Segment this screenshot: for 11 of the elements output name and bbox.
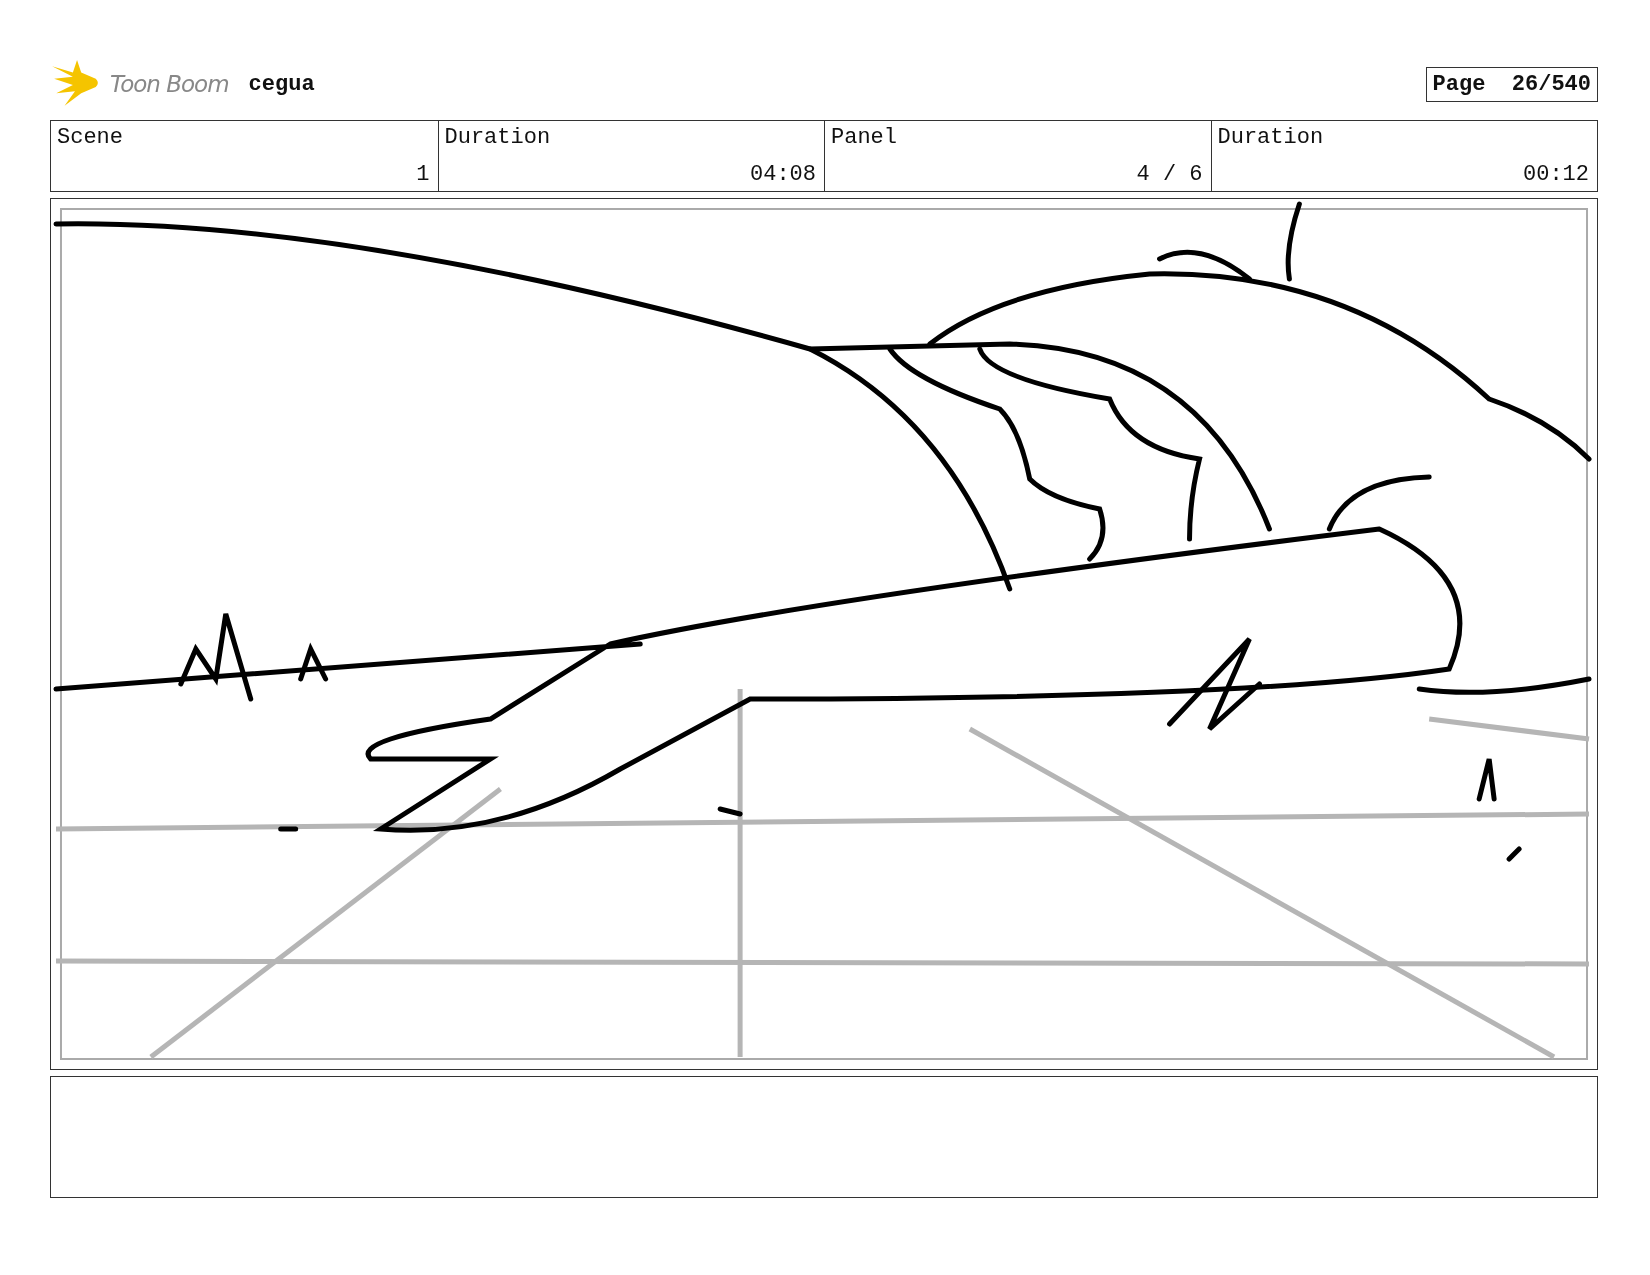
field-value: 4 / 6 bbox=[1136, 162, 1203, 187]
field-value: 00:12 bbox=[1523, 162, 1589, 187]
page-number: Page 26/540 bbox=[1425, 66, 1598, 102]
logo-text: Toon Boom bbox=[110, 71, 229, 97]
field-label: Duration bbox=[444, 125, 552, 150]
field-label: Panel bbox=[831, 125, 898, 150]
project-name: cegua bbox=[248, 71, 315, 97]
field-value: 04:08 bbox=[750, 162, 816, 187]
field-value: 1 bbox=[416, 162, 430, 187]
field-label: Duration bbox=[1217, 125, 1325, 150]
field-label: Scene bbox=[57, 125, 124, 150]
